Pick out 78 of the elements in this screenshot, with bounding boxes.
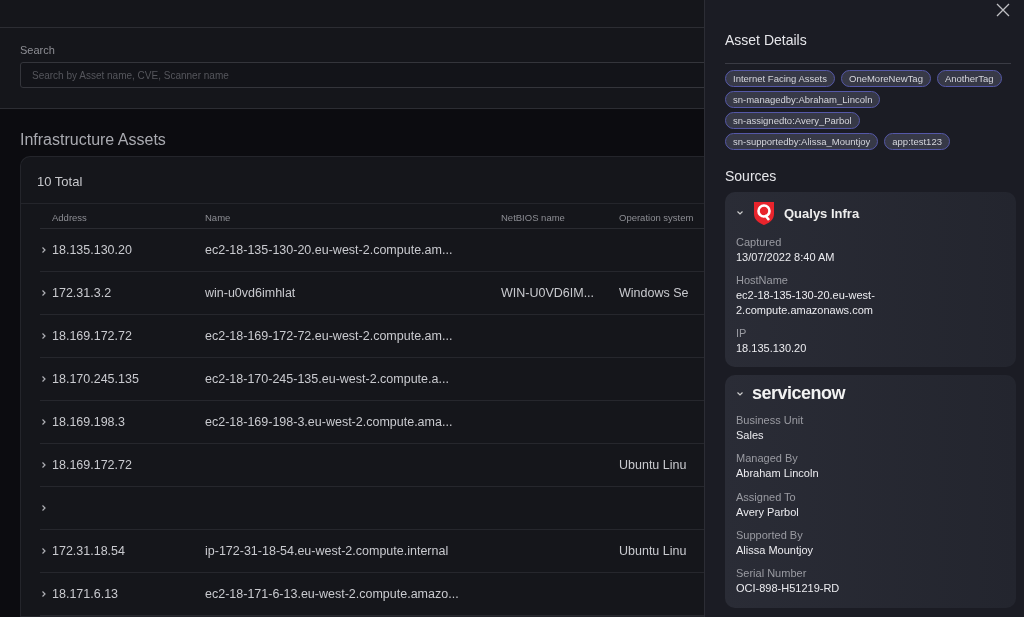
close-button[interactable]: [996, 3, 1010, 17]
table-cell: ec2-18-169-198-3.eu-west-2.compute.ama...: [205, 415, 453, 429]
expand-row-button[interactable]: [40, 289, 48, 297]
expand-row-button[interactable]: [40, 375, 48, 383]
field-label: HostName: [736, 274, 789, 287]
field-label: IP: [736, 326, 748, 339]
expand-row-button[interactable]: [40, 504, 48, 512]
section-title: Infrastructure Assets: [20, 131, 167, 149]
field-value: Sales: [736, 428, 765, 443]
chevron-icon: [736, 389, 744, 398]
table-cell: ec2-18-169-172-72.eu-west-2.compute.am...: [205, 329, 453, 343]
tag: AnotherTag: [936, 70, 1002, 87]
field-value: ec2-18-135-130-20.eu-west-2.compute.amazonaws.com: [736, 288, 876, 317]
column-header: Address: [52, 212, 87, 223]
expand-row-button[interactable]: [40, 461, 48, 469]
field-value: OCI-898-H51219-RD: [736, 581, 841, 596]
collapse-button[interactable]: [736, 389, 744, 398]
search-label: Search: [20, 44, 56, 56]
tag: sn-managedby:Abraham_Lincoln: [725, 91, 881, 108]
table-cell: 18.170.245.135: [52, 372, 139, 386]
chevron-icon: [40, 332, 48, 340]
close-icon: [996, 3, 1010, 17]
tag: OneMoreNewTag: [841, 70, 931, 87]
table-cell: 18.169.172.72: [52, 458, 132, 472]
field-label: Business Unit: [736, 414, 805, 427]
expand-row-button[interactable]: [40, 547, 48, 555]
search-field[interactable]: Search by Asset name, CVE, Scanner name: [20, 62, 704, 88]
shield-logo-icon: [752, 200, 776, 226]
table-cell: 18.169.198.3: [52, 415, 125, 429]
source-name: Qualys Infra: [784, 205, 860, 221]
tag: sn-supportedby:Alissa_Mountjoy: [725, 133, 879, 150]
source-name: servicenow: [752, 383, 846, 405]
tag: app:test123: [884, 133, 950, 150]
chevron-icon: [40, 590, 48, 598]
sources-title: Sources: [725, 168, 778, 184]
table-cell: ec2-18-135-130-20.eu-west-2.compute.am...: [205, 243, 453, 257]
field-label: Supported By: [736, 529, 804, 542]
table-cell: ec2-18-170-245-135.eu-west-2.compute.a...: [205, 372, 449, 386]
table-cell: ip-172-31-18-54.eu-west-2.compute.internal: [205, 544, 449, 558]
chevron-icon: [40, 547, 48, 555]
field-value: 13/07/2022 8:40 AM: [736, 250, 836, 265]
column-header: Operation system: [619, 212, 694, 223]
column-header: NetBIOS name: [501, 212, 565, 223]
expand-row-button[interactable]: [40, 332, 48, 340]
table-cell: ec2-18-171-6-13.eu-west-2.compute.amazo...: [205, 587, 459, 601]
table-cell: 18.171.6.13: [52, 587, 119, 601]
chevron-icon: [40, 375, 48, 383]
chevron-icon: [40, 504, 48, 512]
expand-row-button[interactable]: [40, 590, 48, 598]
table-cell: WIN-U0VD6IM...: [501, 286, 595, 300]
field-value: Avery Parbol: [736, 504, 800, 520]
tag: Internet Facing Assets: [725, 70, 835, 87]
table-cell: win-u0vd6imhlat: [205, 286, 296, 300]
field-label: Managed By: [736, 452, 799, 465]
field-value: 18.135.130.20: [736, 340, 808, 356]
expand-row-button[interactable]: [40, 246, 48, 254]
drawer-title: Asset Details: [725, 32, 808, 48]
tag: sn-assignedto:Avery_Parbol: [725, 112, 860, 129]
table-cell: 18.169.172.72: [52, 329, 132, 343]
chevron-icon: [736, 209, 744, 217]
column-header: Name: [205, 212, 231, 223]
table-cell: 172.31.18.54: [52, 544, 125, 558]
field-label: Assigned To: [736, 490, 797, 503]
field-label: Serial Number: [736, 567, 808, 580]
chevron-icon: [40, 289, 48, 297]
field-label: Captured: [736, 236, 783, 248]
table-cell: 172.31.3.2: [52, 286, 112, 300]
chevron-icon: [40, 461, 48, 469]
table-cell: Ubuntu Linu: [619, 544, 687, 558]
field-value: Abraham Lincoln: [736, 466, 820, 481]
collapse-button[interactable]: [736, 209, 744, 217]
chevron-icon: [40, 418, 48, 426]
field-value: Alissa Mountjoy: [736, 543, 815, 558]
chevron-icon: [40, 246, 48, 254]
table-cell: Ubuntu Linu: [619, 458, 687, 472]
table-cell: 18.135.130.20: [52, 243, 132, 257]
expand-row-button[interactable]: [40, 418, 48, 426]
table-cell: Windows Se: [619, 286, 689, 300]
